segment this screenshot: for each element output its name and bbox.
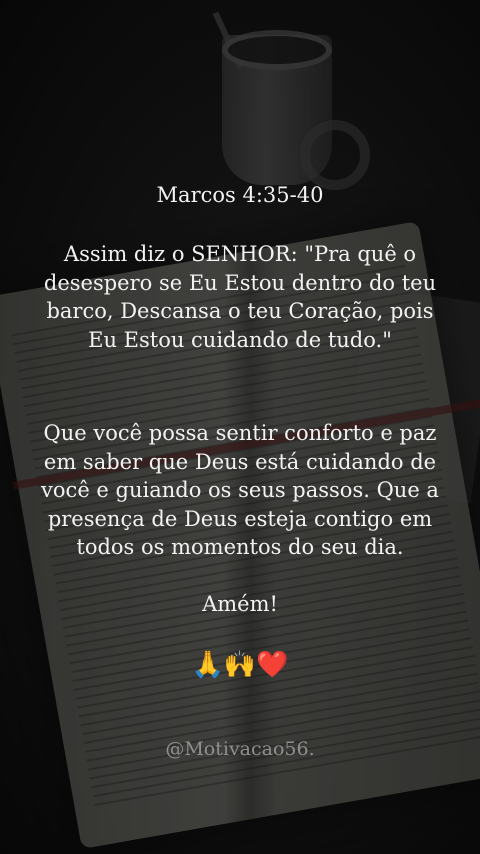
closing-amen: Amém! [202, 592, 278, 616]
verse-quote: Assim diz o SENHOR: "Pra quê o desespero… [43, 242, 437, 352]
blessing-text: Que você possa sentir conforto e paz em … [41, 421, 439, 559]
verse-reference: Marcos 4:35-40 [156, 183, 324, 207]
verse-text-block: Marcos 4:35-40 Assim diz o SENHOR: "Pra … [0, 0, 480, 854]
author-handle: @Motivacao56. [165, 738, 315, 760]
emoji-row: 🙏🙌❤️ [191, 650, 289, 680]
story-canvas: Marcos 4:35-40 Assim diz o SENHOR: "Pra … [0, 0, 480, 854]
